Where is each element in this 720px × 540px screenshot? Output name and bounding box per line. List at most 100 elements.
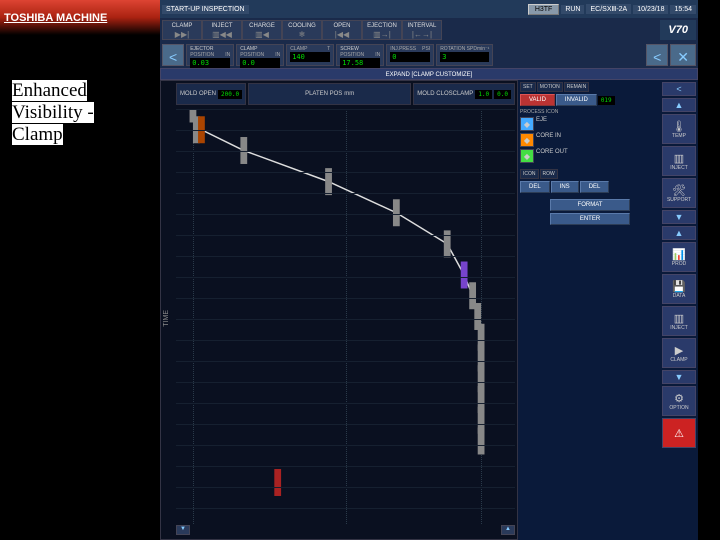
title-bar: START-UP INSPECTION H3TF RUN EC/SXⅢ-2A 1… [160, 0, 698, 18]
process-icon-row[interactable]: ◆CORE IN [520, 133, 660, 147]
status-box: ROTATION SPD min⁻¹3 [436, 44, 493, 66]
process-icon-label: EJE [536, 117, 547, 131]
platen-pos-label: PLATEN POS mm [248, 83, 411, 105]
tab-icon: |←→| [412, 30, 432, 39]
icon-col-header: ICON [520, 169, 539, 179]
sidebar-label: OPTION [669, 405, 688, 411]
chart-node[interactable] [479, 417, 484, 423]
remain-label: REMAIN [564, 82, 589, 92]
chart-node[interactable] [479, 396, 484, 402]
tab-label: OPEN [333, 23, 350, 29]
chart-node[interactable] [326, 179, 331, 185]
sidebar-inject[interactable]: ▥INJECT [662, 146, 696, 176]
sidebar-icon: ▶ [675, 344, 683, 357]
chart-node[interactable] [479, 438, 484, 444]
process-chart-area: MOLD OPEN 200.0 PLATEN POS mm MOLD CLOSC… [160, 80, 518, 540]
expand-bar[interactable]: EXPAND [CLAMP CUSTOMIZE] [160, 68, 698, 80]
tab-open[interactable]: OPEN|◀◀ [322, 20, 362, 40]
tab-icon: |◀◀ [335, 30, 349, 39]
sidebar-<[interactable]: < [662, 82, 696, 96]
chart-scroll-down[interactable]: ▼ [176, 525, 190, 535]
nav-prev-button[interactable]: < [162, 44, 184, 66]
sidebar-label: INJECT [670, 165, 688, 171]
sidebar-option[interactable]: ⚙OPTION [662, 386, 696, 416]
status-value: 3 [440, 52, 489, 62]
tab-interval[interactable]: INTERVAL|←→| [402, 20, 442, 40]
machine-model: EC/SXⅢ-2A [586, 4, 631, 14]
tab-inject[interactable]: INJECT▥◀◀ [202, 20, 242, 40]
tab-icon: ▥◀ [255, 30, 269, 39]
status-value: 0 [390, 52, 430, 62]
controller-brand: V70 [660, 20, 696, 40]
row-del-button[interactable]: DEL [580, 181, 610, 193]
tab-charge[interactable]: CHARGE▥◀ [242, 20, 282, 40]
sidebar-label: PROD [672, 261, 686, 267]
sidebar-icon: ▥ [674, 152, 684, 165]
tab-ejection[interactable]: EJECTION▥→| [362, 20, 402, 40]
sidebar-▲[interactable]: ▲ [662, 98, 696, 112]
sidebar-label: TEMP [672, 133, 686, 139]
sidebar-▼[interactable]: ▼ [662, 370, 696, 384]
slide-line1: Enhanced [12, 80, 87, 101]
tab-label: EJECTION [367, 23, 397, 29]
chart-node[interactable] [445, 241, 450, 247]
tab-clamp[interactable]: CLAMP▶▶| [162, 20, 202, 40]
mold-close-label: MOLD CLOSCLAMP [417, 91, 473, 97]
enter-button[interactable]: ENTER [550, 213, 630, 225]
tab-icon: ▥→| [373, 30, 391, 39]
chart-scroll-up[interactable]: ▲ [501, 525, 515, 535]
tab-cooling[interactable]: COOLING❄ [282, 20, 322, 40]
sidebar-▲[interactable]: ▲ [662, 226, 696, 240]
sidebar-prod[interactable]: 📊PROD [662, 242, 696, 272]
sidebar-icon: 🌡 [672, 120, 686, 133]
run-status: RUN [561, 5, 584, 14]
chart-node[interactable] [479, 376, 484, 382]
set-label: SET [520, 82, 536, 92]
mold-close-v2[interactable]: 0.0 [494, 90, 511, 99]
nav-back-button[interactable]: < [646, 44, 668, 66]
main-content: MOLD OPEN 200.0 PLATEN POS mm MOLD CLOSC… [160, 80, 698, 540]
process-icon-label: CORE OUT [536, 149, 568, 163]
y-axis-label: TIME [163, 310, 170, 327]
tab-label: INJECT [212, 23, 233, 29]
invalid-button[interactable]: INVALID [556, 94, 597, 106]
mold-open-value[interactable]: 200.0 [218, 90, 242, 99]
nav-close-button[interactable]: ✕ [670, 44, 696, 66]
process-icon-row[interactable]: ◆CORE OUT [520, 149, 660, 163]
screen-title: START-UP INSPECTION [162, 5, 249, 14]
process-icon-row[interactable]: ◆EJE [520, 117, 660, 131]
status-box: EJECTORPOSITION IN0.03 [186, 44, 234, 66]
row-ins-button[interactable]: INS [551, 181, 579, 193]
mold-open-field: MOLD OPEN 200.0 [176, 83, 246, 105]
sidebar-data[interactable]: 💾DATA [662, 274, 696, 304]
tab-icon: ▶▶| [175, 30, 189, 39]
sidebar-clamp[interactable]: ▶CLAMP [662, 338, 696, 368]
status-box: CLAMPPOSITION IN0.0 [236, 44, 284, 66]
time-display: 15:54 [670, 5, 696, 14]
sidebar-icon: ▥ [674, 312, 684, 325]
sidebar-support[interactable]: 🛠SUPPORT [662, 178, 696, 208]
format-button[interactable]: FORMAT [550, 199, 630, 211]
sidebar-item[interactable]: ⚠ [662, 418, 696, 448]
mode-button[interactable]: H3TF [528, 4, 560, 15]
sidebar-temp[interactable]: 🌡TEMP [662, 114, 696, 144]
process-icon-label: CORE IN [536, 133, 561, 147]
sidebar-▼[interactable]: ▼ [662, 210, 696, 224]
icon-del-button[interactable]: DEL [520, 181, 550, 193]
status-box: CLAMP T140 [286, 44, 334, 66]
sidebar-label: CLAMP [670, 357, 687, 363]
status-value: 17.58 [340, 58, 380, 68]
mold-close-v1[interactable]: 1.0 [475, 90, 492, 99]
status-value: 0.03 [190, 58, 230, 68]
valid-button[interactable]: VALID [520, 94, 555, 106]
sidebar-inject[interactable]: ▥INJECT [662, 306, 696, 336]
brand-logo-text: TOSHIBA MACHINE [4, 12, 107, 24]
chart-node[interactable] [275, 479, 280, 485]
process-icon: ◆ [520, 149, 534, 163]
status-box: SCREWPOSITION IN17.58 [336, 44, 384, 66]
right-panel: SET MOTION REMAIN VALID INVALID 019 PROC… [518, 80, 698, 540]
sidebar-icon: 📊 [672, 248, 686, 261]
right-sidebar: <▲🌡TEMP▥INJECT🛠SUPPORT▼▲📊PROD💾DATA▥INJEC… [662, 82, 696, 538]
status-value: 140 [290, 52, 330, 62]
sidebar-icon: ⚠ [674, 427, 684, 440]
